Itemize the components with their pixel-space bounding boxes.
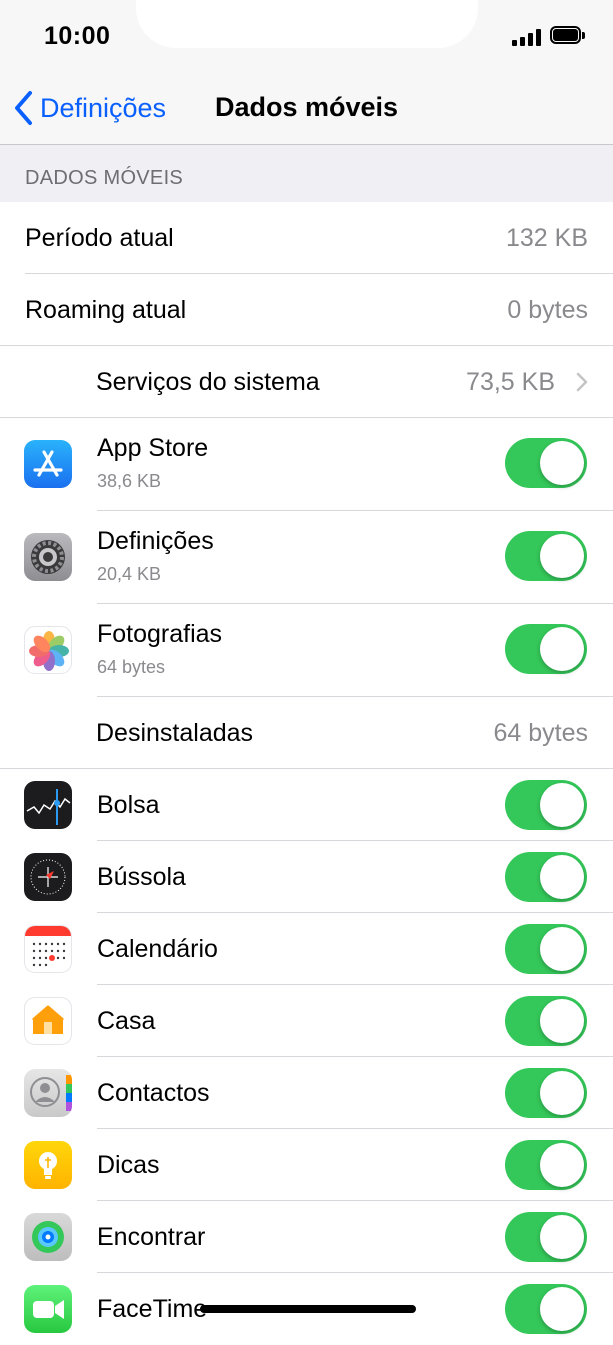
settings-icon [24, 533, 72, 581]
facetime-icon [24, 1285, 72, 1333]
uninstalled-label: Desinstaladas [96, 719, 254, 747]
settings-toggle[interactable] [505, 531, 587, 581]
app-row-stocks: Bolsa [0, 769, 613, 841]
calendar-toggle[interactable] [505, 924, 587, 974]
cellular-signal-icon [512, 28, 542, 46]
app-name: Encontrar [97, 1223, 206, 1251]
system-services-value: 73,5 KB [466, 368, 555, 396]
home-toggle[interactable] [505, 996, 587, 1046]
section-header-label: DADOS MÓVEIS [25, 167, 184, 189]
page-title: Dados móveis [214, 92, 399, 122]
calendar-icon [24, 925, 72, 973]
home-indicator[interactable] [200, 1305, 416, 1313]
app-row-calendar: Calendário [0, 913, 613, 985]
app-name: Casa [97, 1007, 156, 1035]
app-row-settings: Definições 20,4 KB [0, 511, 613, 604]
app-name: Bússola [97, 863, 186, 891]
app-row-home: Casa [0, 985, 613, 1057]
app-name: Fotografias [97, 620, 223, 648]
current-period-value: 132 KB [505, 224, 588, 252]
notch [136, 0, 478, 48]
current-roaming-row: Roaming atual 0 bytes [0, 274, 613, 346]
app-name: FaceTime [97, 1295, 208, 1323]
tips-icon [24, 1141, 72, 1189]
app-usage: 20,4 KB [97, 564, 162, 584]
app-name: Contactos [97, 1079, 210, 1107]
contacts-toggle[interactable] [505, 1068, 587, 1118]
current-period-row: Período atual 132 KB [0, 202, 613, 274]
uninstalled-row: Desinstaladas 64 bytes [0, 697, 613, 769]
compass-icon [24, 853, 72, 901]
app-usage: 64 bytes [97, 657, 166, 677]
facetime-toggle[interactable] [505, 1284, 587, 1334]
tips-toggle[interactable] [505, 1140, 587, 1190]
home-icon [24, 997, 72, 1045]
app-row-contacts: Contactos [0, 1057, 613, 1129]
app-name: Bolsa [97, 791, 160, 819]
app-name: Calendário [97, 935, 218, 963]
current-period-label: Período atual [25, 224, 174, 252]
app-store-icon [24, 440, 72, 488]
current-roaming-value: 0 bytes [507, 296, 588, 324]
uninstalled-value: 64 bytes [493, 719, 588, 747]
app-name: App Store [97, 434, 209, 462]
app-row-find-my: Encontrar [0, 1201, 613, 1273]
stocks-toggle[interactable] [505, 780, 587, 830]
app-store-toggle[interactable] [505, 438, 587, 488]
compass-toggle[interactable] [505, 852, 587, 902]
status-time: 10:00 [44, 22, 111, 50]
photos-icon [24, 626, 72, 674]
contacts-icon [24, 1069, 72, 1117]
system-services-row[interactable]: Serviços do sistema 73,5 KB [0, 346, 613, 418]
app-usage: 38,6 KB [97, 471, 162, 491]
chevron-right-icon [576, 372, 588, 392]
navigation-bar: Definições Dados móveis [0, 72, 613, 145]
app-row-tips: Dicas [0, 1129, 613, 1201]
app-name: Dicas [97, 1151, 160, 1179]
find-my-toggle[interactable] [505, 1212, 587, 1262]
app-row-app-store: App Store 38,6 KB [0, 418, 613, 511]
stocks-icon [24, 781, 72, 829]
app-name: Definições [97, 527, 214, 555]
current-roaming-label: Roaming atual [25, 296, 187, 324]
section-header: DADOS MÓVEIS [0, 145, 613, 203]
app-row-compass: Bússola [0, 841, 613, 913]
photos-toggle[interactable] [505, 624, 587, 674]
battery-icon [550, 26, 586, 46]
find-my-icon [24, 1213, 72, 1261]
system-services-label: Serviços do sistema [96, 368, 320, 396]
status-bar: 10:00 [0, 0, 613, 72]
app-row-photos: Fotografias 64 bytes [0, 604, 613, 697]
